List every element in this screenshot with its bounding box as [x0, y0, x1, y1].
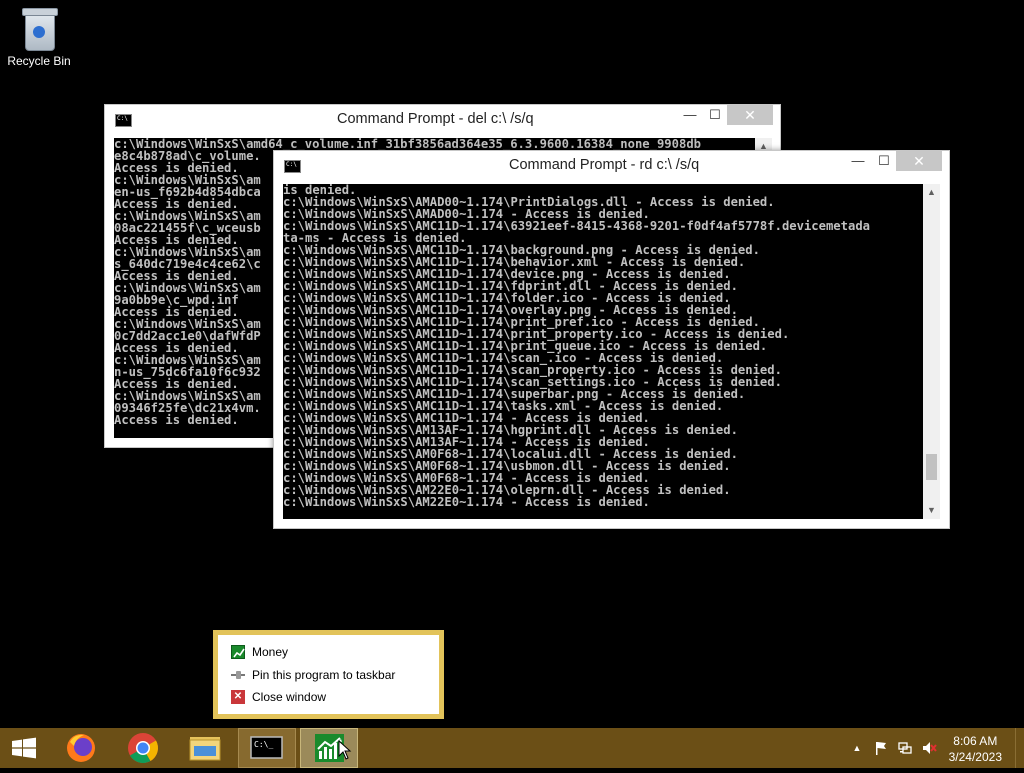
taskbar-app-file-explorer[interactable]	[176, 728, 234, 768]
jumplist-item-label: Money	[252, 645, 289, 659]
money-icon	[231, 645, 245, 659]
jumplist-item-close-window[interactable]: ✕ Close window	[218, 686, 439, 708]
pin-icon	[231, 668, 245, 682]
maximize-button[interactable]: ☐	[871, 151, 897, 171]
jumplist-item-pin[interactable]: Pin this program to taskbar	[218, 664, 439, 686]
network-icon[interactable]	[897, 740, 913, 756]
close-button[interactable]: ✕	[727, 105, 773, 125]
clock-date: 3/24/2023	[948, 750, 1002, 764]
folder-icon	[189, 737, 221, 761]
maximize-button[interactable]: ☐	[702, 105, 728, 125]
cmd-icon	[115, 114, 132, 127]
action-center-flag-icon[interactable]	[873, 740, 889, 756]
minimize-button[interactable]: —	[677, 105, 703, 125]
svg-text:C:\_: C:\_	[254, 740, 273, 749]
system-tray: ▲ 8:06 AM 3/24/2023	[846, 728, 1024, 768]
cmd-icon: C:\_	[250, 736, 283, 759]
chrome-icon	[128, 733, 159, 764]
close-button[interactable]: ✕	[896, 151, 942, 171]
mouse-cursor-icon	[338, 740, 352, 760]
show-hidden-icons-chevron-icon[interactable]: ▲	[849, 740, 865, 756]
desktop-icon-recycle-bin[interactable]: Recycle Bin	[6, 6, 72, 68]
scroll-down-arrow-icon[interactable]: ▼	[923, 502, 940, 519]
console-output[interactable]: is denied. c:\Windows\WinSxS\AMAD00~1.174…	[283, 184, 923, 519]
recycle-bin-icon	[21, 6, 58, 51]
cmd-window-rd[interactable]: Command Prompt - rd c:\ /s/q — ☐ ✕ is de…	[273, 150, 950, 529]
jumplist-item-label: Pin this program to taskbar	[252, 668, 396, 682]
minimize-button[interactable]: —	[845, 151, 871, 171]
cmd-icon	[284, 160, 301, 173]
titlebar[interactable]: Command Prompt - rd c:\ /s/q — ☐ ✕	[274, 151, 949, 178]
taskbar-clock[interactable]: 8:06 AM 3/24/2023	[949, 733, 1002, 765]
taskbar: C:\_ ▲ 8:06 AM 3/24/2023	[0, 728, 1024, 768]
windows-logo-icon	[12, 737, 36, 759]
taskbar-app-command-prompt[interactable]: C:\_	[238, 728, 296, 768]
show-desktop-button[interactable]	[1015, 728, 1024, 768]
scrollbar[interactable]: ▲ ▼	[923, 184, 940, 519]
taskbar-app-firefox[interactable]	[52, 728, 110, 768]
window-title: Command Prompt - del c:\ /s/q	[337, 111, 534, 127]
window-title: Command Prompt - rd c:\ /s/q	[509, 157, 700, 173]
titlebar[interactable]: Command Prompt - del c:\ /s/q — ☐ ✕	[105, 105, 780, 132]
console-line: c:\Windows\WinSxS\AM22E0~1.174 - Access …	[283, 495, 650, 509]
taskbar-jumplist: Money Pin this program to taskbar ✕ Clos…	[213, 630, 444, 719]
scroll-thumb[interactable]	[926, 454, 937, 480]
volume-muted-icon[interactable]	[921, 740, 937, 756]
firefox-icon	[67, 734, 95, 762]
desktop-icon-label: Recycle Bin	[7, 54, 71, 68]
start-button[interactable]	[0, 728, 48, 768]
jumplist-item-label: Close window	[252, 690, 327, 704]
jumplist-item-money[interactable]: Money	[218, 641, 439, 663]
scroll-up-arrow-icon[interactable]: ▲	[923, 184, 940, 201]
close-icon: ✕	[231, 690, 245, 704]
clock-time: 8:06 AM	[953, 734, 998, 748]
taskbar-app-chrome[interactable]	[114, 728, 172, 768]
